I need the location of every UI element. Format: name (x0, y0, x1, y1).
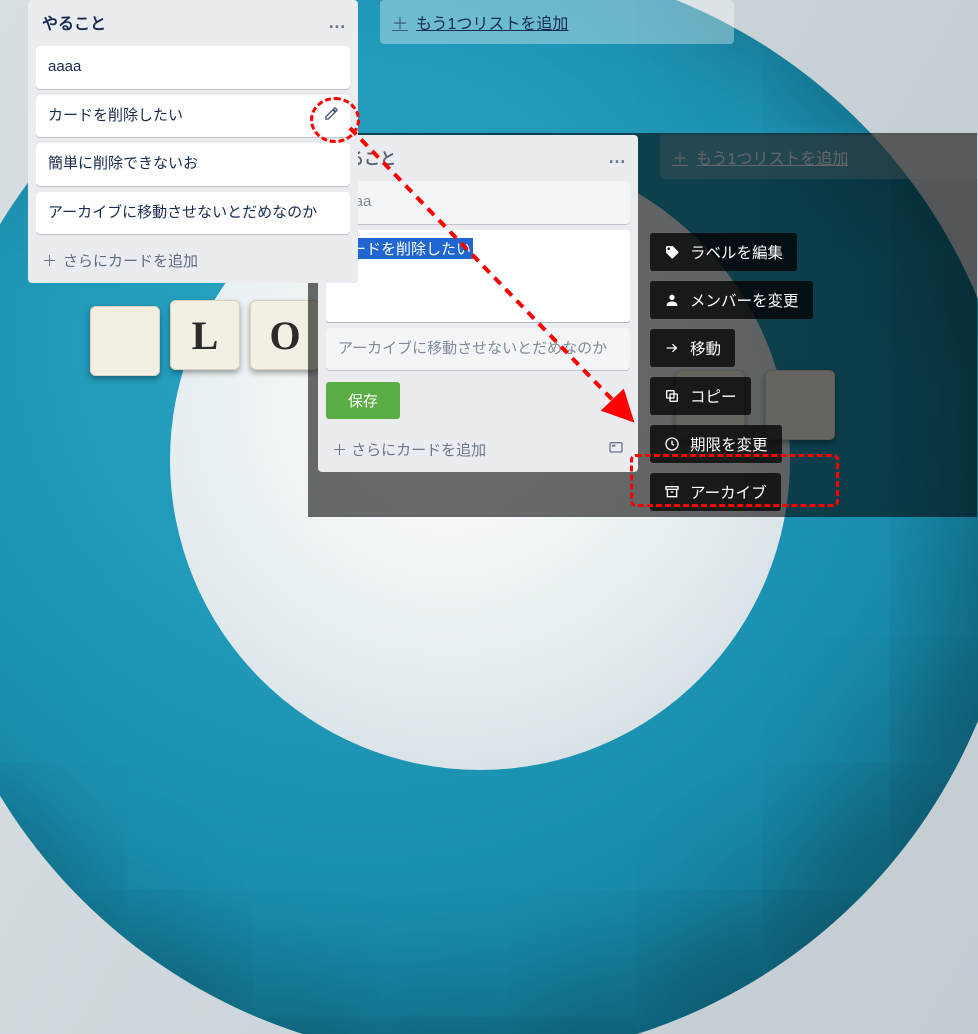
menu-label: 期限を変更 (690, 433, 768, 455)
list-menu-button[interactable]: … (328, 12, 348, 33)
arrow-right-icon (664, 340, 680, 356)
card[interactable]: アーカイブに移動させないとだめなのか (36, 192, 350, 235)
list-todo-back: やること … aaaa カードを削除したい アーカイブに移動させないとだめなのか… (318, 135, 638, 472)
card-title: カードを削除したい (48, 107, 183, 124)
list-title[interactable]: やること (42, 10, 106, 34)
card-quick-edit-textarea[interactable]: カードを削除したい (326, 230, 630, 322)
tile-L: L (170, 300, 240, 370)
add-card-button[interactable]: ＋ さらにカードを追加 (28, 240, 358, 283)
menu-move[interactable]: 移動 (650, 329, 735, 367)
list-header: やること … (318, 135, 638, 175)
card[interactable]: aaaa (36, 46, 350, 89)
save-button[interactable]: 保存 (326, 382, 400, 419)
template-icon[interactable] (608, 440, 624, 460)
list-menu-button[interactable]: … (608, 147, 628, 168)
add-list-button-front[interactable]: ＋ もう1つリストを追加 (380, 0, 734, 44)
card-title: 簡単に削除できないお (48, 155, 198, 172)
menu-label: 移動 (690, 337, 721, 359)
person-icon (664, 292, 680, 308)
menu-copy[interactable]: コピー (650, 377, 751, 415)
list-header: やること … (28, 0, 358, 40)
card[interactable]: aaaa (326, 181, 630, 224)
menu-label: ラベルを編集 (690, 241, 783, 263)
tag-icon (664, 244, 680, 260)
add-card-label: さらにカードを追加 (351, 442, 486, 459)
tile-row: L O (90, 300, 330, 370)
card[interactable]: 簡単に削除できないお (36, 143, 350, 186)
tile (90, 306, 160, 376)
plus-icon: ＋ (392, 16, 408, 33)
add-card-label: さらにカードを追加 (63, 253, 198, 270)
menu-label: コピー (690, 385, 737, 407)
card[interactable]: アーカイブに移動させないとだめなのか (326, 328, 630, 371)
clock-icon (664, 436, 680, 452)
annotation-circle (310, 97, 360, 143)
card-title: aaaa (48, 58, 81, 75)
card-title: アーカイブに移動させないとだめなのか (48, 204, 317, 221)
card[interactable]: カードを削除したい (36, 95, 350, 138)
card-title: アーカイブに移動させないとだめなのか (338, 340, 607, 357)
menu-edit-labels[interactable]: ラベルを編集 (650, 233, 797, 271)
menu-change-members[interactable]: メンバーを変更 (650, 281, 813, 319)
list-todo-front: やること … aaaa カードを削除したい 簡単に削除できないお アーカイブに移… (28, 0, 358, 283)
plus-icon: ＋ (332, 442, 351, 459)
plus-icon: ＋ (42, 253, 57, 270)
copy-icon (664, 388, 680, 404)
add-list-label: もう1つリストを追加 (416, 16, 568, 33)
add-card-button[interactable]: ＋ さらにカードを追加 (318, 429, 638, 472)
menu-label: メンバーを変更 (690, 289, 799, 311)
annotation-rect-archive (630, 454, 839, 507)
save-label: 保存 (348, 393, 378, 410)
